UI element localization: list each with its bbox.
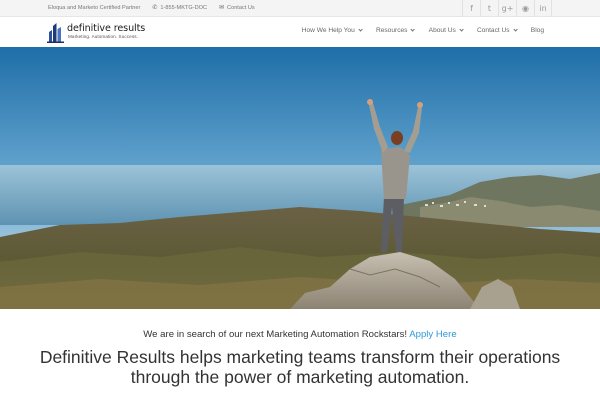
facebook-icon[interactable]: f bbox=[462, 0, 480, 17]
apply-here-link[interactable]: Apply Here bbox=[409, 329, 456, 340]
google-plus-icon[interactable]: g+ bbox=[498, 0, 516, 17]
logo-buildings-icon bbox=[47, 23, 64, 43]
site-header: definitive results Marketing. Automation… bbox=[0, 17, 600, 47]
chevron-down-icon bbox=[459, 27, 464, 32]
linkedin-icon[interactable]: in bbox=[534, 0, 552, 17]
chevron-down-icon bbox=[410, 27, 416, 32]
brand-name: definitive results bbox=[67, 23, 146, 35]
top-bar-info: Eloqua and Marketo Certified Partner ✆ 1… bbox=[48, 5, 263, 11]
nav-how-we-help[interactable]: How We Help You bbox=[301, 27, 363, 34]
phone-number: 1-855-MKTG-DOC bbox=[160, 5, 208, 11]
partner-text: Eloqua and Marketo Certified Partner bbox=[48, 5, 141, 11]
phone-icon: ✆ bbox=[152, 5, 158, 11]
top-bar: Eloqua and Marketo Certified Partner ✆ 1… bbox=[0, 0, 600, 17]
brand-tagline: Marketing. Automation. Success. bbox=[68, 34, 138, 39]
nav-label: About Us bbox=[428, 27, 456, 34]
nav-label: How We Help You bbox=[301, 27, 355, 34]
nav-contact-us[interactable]: Contact Us bbox=[476, 27, 518, 34]
rss-icon[interactable]: ◉ bbox=[516, 0, 534, 17]
nav-label: Contact Us bbox=[476, 27, 510, 34]
nav-blog[interactable]: Blog bbox=[531, 27, 544, 34]
nav-resources[interactable]: Resources bbox=[375, 27, 416, 34]
main-nav: How We Help You Resources About Us Conta… bbox=[288, 27, 544, 34]
contact-link[interactable]: ✉ Contact Us bbox=[219, 5, 255, 11]
phone-link[interactable]: ✆ 1-855-MKTG-DOC bbox=[152, 5, 207, 11]
nav-label: Blog bbox=[530, 27, 544, 34]
recruit-banner: We are in search of our next Marketing A… bbox=[0, 329, 600, 340]
recruit-text: We are in search of our next Marketing A… bbox=[143, 329, 408, 340]
mission-line-2: through the power of marketing automatio… bbox=[130, 367, 470, 387]
twitter-icon[interactable]: t bbox=[480, 0, 498, 17]
nav-about-us[interactable]: About Us bbox=[428, 27, 464, 34]
mission-line-1: Definitive Results helps marketing teams… bbox=[39, 347, 561, 367]
contact-label: Contact Us bbox=[227, 5, 255, 11]
mission-statement: Definitive Results helps marketing teams… bbox=[0, 347, 600, 387]
site-logo[interactable]: definitive results Marketing. Automation… bbox=[47, 21, 145, 43]
hero-illustration bbox=[0, 47, 600, 309]
nav-label: Resources bbox=[375, 27, 408, 34]
hero-image bbox=[0, 47, 600, 309]
chevron-down-icon bbox=[512, 27, 518, 32]
envelope-icon: ✉ bbox=[219, 5, 225, 11]
social-links: f t g+ ◉ in bbox=[462, 0, 552, 17]
chevron-down-icon bbox=[358, 27, 363, 32]
